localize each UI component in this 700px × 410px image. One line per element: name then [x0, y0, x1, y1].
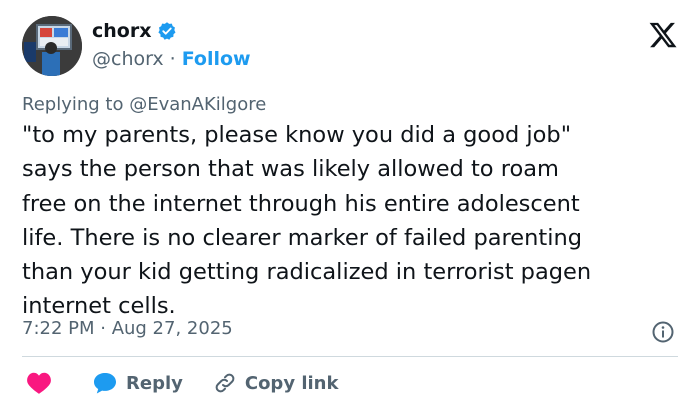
follow-button[interactable]: Follow	[182, 48, 251, 70]
author-handle[interactable]: @chorx	[92, 48, 164, 70]
avatar[interactable]	[22, 16, 82, 76]
divider	[22, 356, 678, 357]
reply-label: Reply	[126, 372, 183, 394]
x-logo-icon[interactable]	[648, 20, 678, 50]
speech-bubble-icon	[94, 373, 116, 394]
reply-button[interactable]: Reply	[92, 371, 183, 395]
heart-icon[interactable]	[26, 371, 52, 395]
replying-to[interactable]: Replying to @EvanAKilgore	[22, 94, 266, 115]
copy-link-button[interactable]: Copy link	[213, 371, 339, 395]
info-icon[interactable]	[651, 320, 675, 344]
copy-link-label: Copy link	[244, 372, 339, 394]
display-name[interactable]: chorx	[92, 20, 151, 42]
handle-separator: ·	[169, 48, 176, 70]
link-icon	[215, 373, 235, 393]
tweet-text: "to my parents, please know you did a go…	[22, 122, 592, 320]
verified-badge-icon	[158, 22, 176, 40]
timestamp[interactable]: 7:22 PM · Aug 27, 2025	[22, 318, 233, 339]
